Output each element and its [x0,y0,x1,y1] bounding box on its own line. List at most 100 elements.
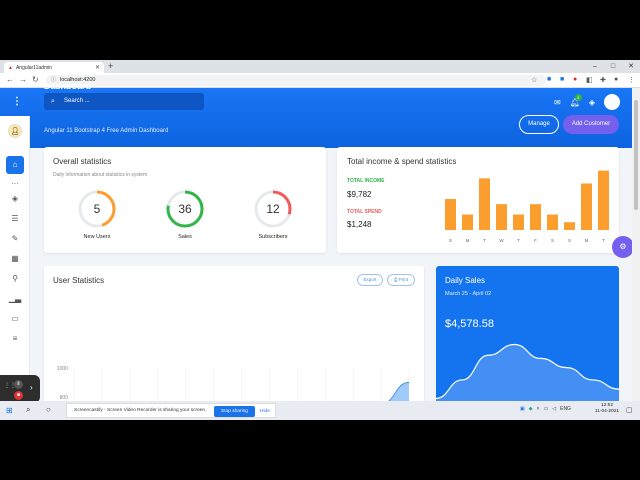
network-icon[interactable]: ▭ [544,406,549,412]
bar [564,222,575,230]
total-income-label: TOTAL INCOME [347,178,385,184]
bar-tick-label: T [517,238,520,243]
tray-up-icon[interactable]: ˄ [537,406,540,412]
daily-sales-card: Daily Sales March 25 - April 02 $4,578.5… [436,266,619,420]
reload-icon[interactable]: ↻ [32,75,39,84]
page-title: Dashboard [44,84,92,91]
home-icon[interactable]: ⌂ [6,156,24,174]
manage-button[interactable]: Manage [519,115,559,134]
tray-app-icon[interactable]: ◆ [529,406,533,412]
extension-icon[interactable]: ● [573,76,577,83]
list-icon[interactable]: ☰ [6,210,24,228]
stat-label-sales: Sales [178,234,192,240]
total-spend-value: $1,248 [347,220,372,229]
bar [530,204,541,230]
bar [479,178,490,230]
stat-label-subscribers: Subscribers [258,234,288,240]
pause-icon[interactable]: Ⅱ [14,380,23,389]
income-bar-chart: SMTWTFSSMT [445,170,609,243]
add-customer-button[interactable]: Add Customer [563,115,619,134]
stat-value-new-users: 5 [93,202,101,216]
bar [581,183,592,230]
income-spend-card: Total income & spend statistics TOTAL IN… [337,147,619,253]
stat-value-sales: 36 [178,202,192,216]
forward-icon[interactable]: → [19,75,27,84]
map-pin-icon[interactable]: ⚲ [6,270,24,288]
close-window-icon[interactable]: ✕ [622,60,640,73]
total-spend-label: TOTAL SPEND [347,209,382,215]
overall-statistics-card: Overall statistics Daily information abo… [44,147,326,253]
tab-title: Angular11admin [15,64,52,71]
extension-icon[interactable]: ◧ [586,76,593,84]
back-icon[interactable]: ← [6,75,14,84]
hide-button[interactable]: Hide [260,406,270,417]
taskbar-date: 11-04-2021 [594,409,620,414]
search-placeholder: Search ... [64,98,90,104]
bar [445,199,456,230]
profile-icon[interactable]: ● [614,76,618,83]
logo-avatar: 👤︎ [8,124,22,138]
daily-sales-chart [436,343,619,420]
menu-icon[interactable]: ≡ [6,330,24,348]
volume-icon[interactable]: ◁ [552,406,556,412]
settings-fab[interactable]: ⚙ [612,236,634,258]
notifications-icon[interactable]: ▢ [626,406,633,414]
url-field[interactable]: ⓘ localhost:4200 [46,75,546,86]
stop-sharing-button[interactable]: Stop sharing [214,406,255,417]
page-scrollbar[interactable] [632,88,640,420]
bar-tick-label: S [568,238,571,243]
browser-tab-bar: ▲ Angular11admin ✕ + – □ ✕ [0,60,640,73]
bar [598,170,609,230]
extension-icon[interactable]: ■ [547,76,551,83]
taskbar-clock[interactable]: 12:52 11-04-2021 [592,403,622,415]
angular-icon: ▲ [8,64,13,71]
extension-icon[interactable]: ■ [560,76,564,83]
y-tick-label: 800 [60,395,69,401]
maximize-icon[interactable]: □ [604,60,622,73]
windows-start-icon[interactable]: ⊞ [6,406,13,415]
screen: ▲ Angular11admin ✕ + – □ ✕ ← → ↻ ⓘ local… [0,60,640,420]
layers-icon[interactable]: ◈ [589,98,595,107]
monitor-icon[interactable]: ▭ [6,310,24,328]
system-tray: ▣ ◆ ˄ ▭ ◁ ENG [520,406,571,412]
total-income-value: $9,782 [347,190,372,199]
bar [462,214,473,230]
y-tick-label: 1000 [57,366,68,372]
bar [547,214,558,230]
edit-icon[interactable]: ✎ [6,230,24,248]
stat-value-subscribers: 12 [266,202,280,216]
task-view-icon[interactable]: ○ [46,405,51,414]
lang-indicator[interactable]: ENG [560,406,571,412]
new-tab-icon[interactable]: + [108,61,113,71]
chart-icon[interactable]: ▁▃ [6,290,24,308]
close-tab-icon[interactable]: ✕ [95,64,100,71]
bell-icon[interactable]: 🔔︎ 2 [570,93,582,107]
avatar[interactable]: 👤︎ [604,94,620,110]
bar-tick-label: W [499,238,504,243]
header-icons: ✉ 🔔︎ 2 ◈ 👤︎ [554,93,620,110]
minimize-icon[interactable]: – [586,60,604,73]
bar-tick-label: T [602,238,605,243]
expand-arrow-icon[interactable]: › [30,383,33,392]
user-statistics-card: User Statistics Export ⎙ Print 400600800… [44,266,424,420]
recorder-widget: ⋮⋮ Ⅱ ■ › [0,375,40,403]
layers-icon[interactable]: ◈ [6,190,24,208]
search-input[interactable]: ⌕ Search ... [44,93,204,110]
menu-dots-icon[interactable]: ⋮ [12,96,22,107]
tray-app-icon[interactable]: ▣ [520,406,525,412]
search-icon[interactable]: ⌕ [26,405,30,415]
browser-tab[interactable]: ▲ Angular11admin ✕ [4,62,104,73]
url-text: localhost:4200 [60,77,96,83]
stop-record-icon[interactable]: ■ [14,391,23,400]
star-icon[interactable]: ☆ [531,76,537,84]
page-subtitle: Angular 11 Bootstrap 4 Free Admin Dashbo… [44,128,169,134]
mail-icon[interactable]: ✉ [554,98,561,107]
bar-tick-label: T [483,238,486,243]
puzzle-icon[interactable]: ✚ [600,76,606,84]
bar [513,214,524,230]
table-icon[interactable]: ▦ [6,250,24,268]
bar [496,204,507,230]
more-icon[interactable]: ⋮ [628,76,635,84]
share-message: Screencastify - Screen Video Recorder is… [74,408,207,413]
scrollbar-thumb[interactable] [634,100,638,210]
